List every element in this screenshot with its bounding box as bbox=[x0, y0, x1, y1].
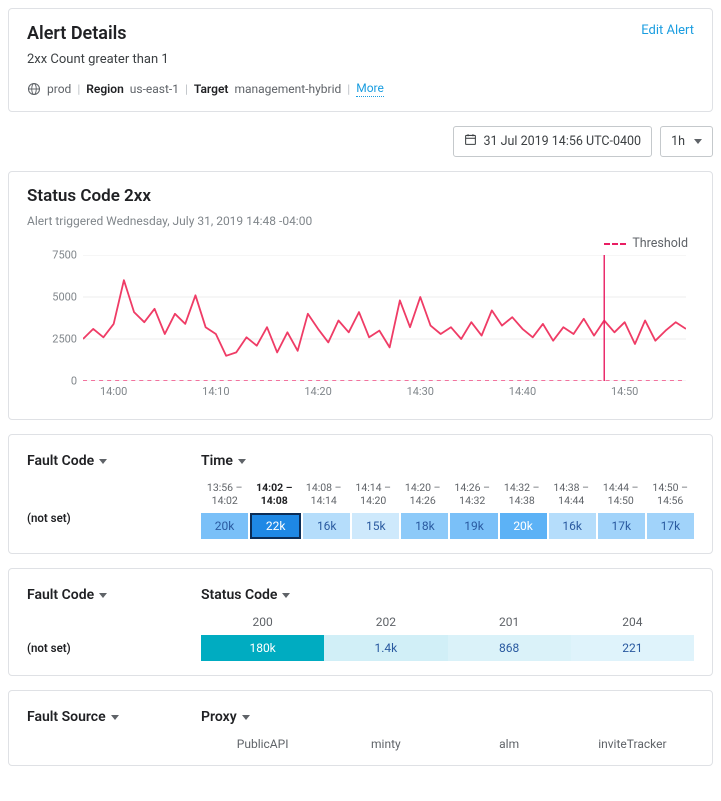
alert-details-title: Alert Details bbox=[27, 23, 127, 44]
time-toolbar: 31 Jul 2019 14:56 UTC-0400 1h bbox=[8, 126, 713, 157]
status-heat-row: 180k1.4k868221 bbox=[201, 635, 694, 661]
range-value: 1h bbox=[671, 134, 685, 149]
time-dim[interactable]: Time bbox=[201, 453, 694, 469]
edit-alert-link[interactable]: Edit Alert bbox=[641, 23, 694, 38]
time-row-label: (not set) bbox=[27, 511, 177, 525]
chart-subtitle: Alert triggered Wednesday, July 31, 2019… bbox=[27, 214, 694, 228]
time-heat-cell[interactable]: 17k bbox=[647, 513, 694, 539]
status-row-label: (not set) bbox=[27, 641, 177, 655]
range-picker[interactable]: 1h bbox=[660, 126, 713, 157]
region-label: Region bbox=[86, 82, 124, 96]
chevron-down-icon bbox=[282, 593, 290, 598]
proxy-col-header: PublicAPI bbox=[201, 737, 324, 751]
chevron-down-icon bbox=[694, 139, 702, 144]
time-col-header: 14:26 – 14:32 bbox=[449, 481, 497, 507]
time-col-header: 14:44 – 14:50 bbox=[597, 481, 645, 507]
fault-source-dim[interactable]: Fault Source bbox=[27, 709, 177, 725]
status-code-dim[interactable]: Status Code bbox=[201, 587, 694, 603]
globe-icon bbox=[27, 82, 41, 96]
chevron-down-icon bbox=[242, 715, 250, 720]
time-heat-cell[interactable]: 17k bbox=[598, 513, 645, 539]
fault-code-dim-2[interactable]: Fault Code bbox=[27, 587, 177, 603]
more-link[interactable]: More bbox=[356, 81, 384, 97]
chart-plot[interactable] bbox=[83, 255, 686, 381]
alert-details-card: Alert Details Edit Alert 2xx Count great… bbox=[8, 8, 713, 112]
alert-meta: prod | Region us-east-1 | Target managem… bbox=[27, 81, 694, 97]
time-heat-row: 20k22k16k15k18k19k20k16k17k17k bbox=[201, 513, 694, 539]
time-heat-cell[interactable]: 19k bbox=[450, 513, 497, 539]
status-heat-cell[interactable]: 180k bbox=[201, 635, 324, 661]
time-col-header: 14:02 – 14:08 bbox=[251, 481, 299, 507]
threshold-swatch-icon bbox=[604, 243, 626, 245]
env-value: prod bbox=[47, 82, 71, 96]
chart-legend: Threshold bbox=[27, 236, 694, 251]
time-col-header: 14:50 – 14:56 bbox=[647, 481, 695, 507]
chevron-down-icon bbox=[99, 593, 107, 598]
status-heat-card: Fault Code (not set) Status Code 2002022… bbox=[8, 568, 713, 676]
status-chart-card: Status Code 2xx Alert triggered Wednesda… bbox=[8, 171, 713, 420]
chart-y-axis: 0250050007500 bbox=[27, 255, 83, 381]
time-heat-cell[interactable]: 20k bbox=[201, 513, 248, 539]
time-col-header: 14:32 – 14:38 bbox=[498, 481, 546, 507]
region-value: us-east-1 bbox=[130, 82, 179, 96]
time-col-header: 13:56 – 14:02 bbox=[201, 481, 249, 507]
proxy-heat-headers: PublicAPImintyalminviteTracker bbox=[201, 737, 694, 751]
proxy-col-header: minty bbox=[324, 737, 447, 751]
time-col-header: 14:08 – 14:14 bbox=[300, 481, 348, 507]
target-label: Target bbox=[194, 82, 229, 96]
alert-description: 2xx Count greater than 1 bbox=[27, 52, 694, 67]
datetime-picker[interactable]: 31 Jul 2019 14:56 UTC-0400 bbox=[453, 126, 652, 157]
time-col-header: 14:20 – 14:26 bbox=[399, 481, 447, 507]
status-heat-cell[interactable]: 868 bbox=[448, 635, 571, 661]
proxy-col-header: inviteTracker bbox=[571, 737, 694, 751]
status-col-header: 201 bbox=[448, 615, 571, 629]
calendar-icon bbox=[464, 133, 477, 150]
fault-code-dim[interactable]: Fault Code bbox=[27, 453, 177, 469]
time-col-header: 14:14 – 14:20 bbox=[350, 481, 398, 507]
datetime-value: 31 Jul 2019 14:56 UTC-0400 bbox=[483, 134, 641, 149]
status-col-header: 200 bbox=[201, 615, 324, 629]
time-heat-cell[interactable]: 20k bbox=[500, 513, 547, 539]
time-heat-cell[interactable]: 18k bbox=[401, 513, 448, 539]
time-heat-card: Fault Code (not set) Time 13:56 – 14:021… bbox=[8, 434, 713, 554]
time-heat-headers: 13:56 – 14:0214:02 – 14:0814:08 – 14:141… bbox=[201, 481, 694, 507]
chart-title: Status Code 2xx bbox=[27, 186, 694, 206]
proxy-col-header: alm bbox=[448, 737, 571, 751]
chart-x-axis: 14:0014:1014:2014:3014:4014:50 bbox=[83, 385, 686, 405]
time-heat-cell[interactable]: 22k bbox=[250, 513, 301, 539]
status-heat-cell[interactable]: 1.4k bbox=[324, 635, 447, 661]
chevron-down-icon bbox=[238, 459, 246, 464]
chevron-down-icon bbox=[111, 715, 119, 720]
time-col-header: 14:38 – 14:44 bbox=[548, 481, 596, 507]
status-heat-headers: 200202201204 bbox=[201, 615, 694, 629]
status-col-header: 204 bbox=[571, 615, 694, 629]
time-heat-cell[interactable]: 16k bbox=[303, 513, 350, 539]
chevron-down-icon bbox=[99, 459, 107, 464]
target-value: management-hybrid bbox=[234, 82, 341, 96]
time-heat-cell[interactable]: 16k bbox=[549, 513, 596, 539]
status-col-header: 202 bbox=[324, 615, 447, 629]
time-heat-cell[interactable]: 15k bbox=[352, 513, 399, 539]
chart-area: 0250050007500 14:0014:1014:2014:3014:401… bbox=[27, 255, 694, 405]
proxy-heat-card: Fault Source Proxy PublicAPImintyalminvi… bbox=[8, 690, 713, 766]
proxy-dim[interactable]: Proxy bbox=[201, 709, 694, 725]
legend-threshold-label: Threshold bbox=[632, 236, 688, 251]
status-heat-cell[interactable]: 221 bbox=[571, 635, 694, 661]
